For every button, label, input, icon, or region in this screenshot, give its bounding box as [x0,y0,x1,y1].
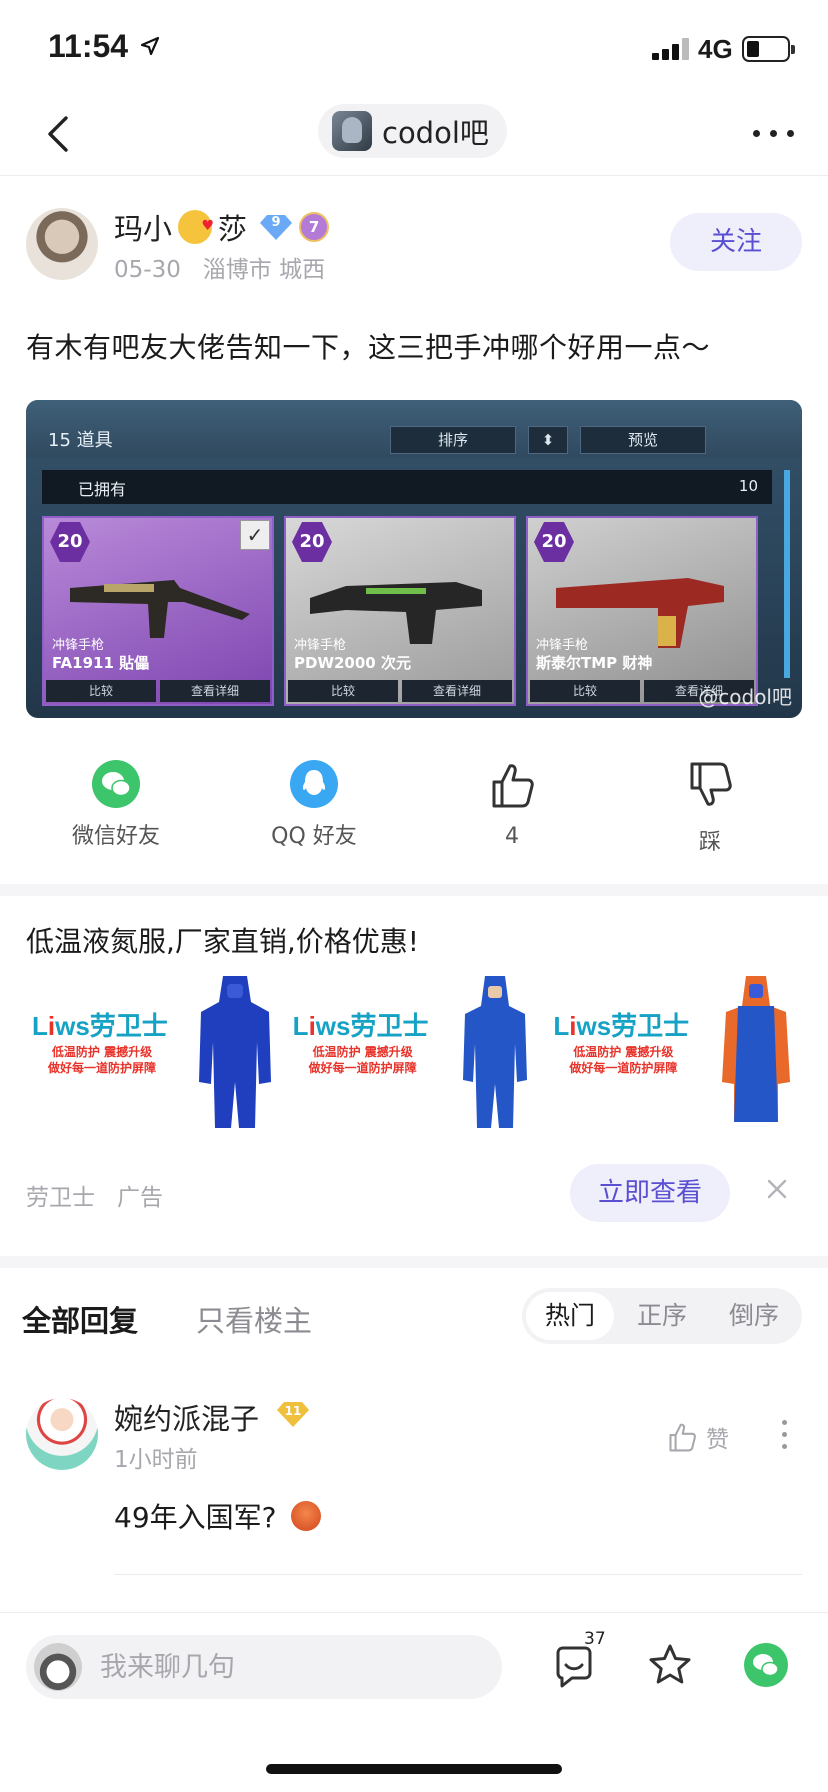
like-count: 4 [505,824,519,849]
author-name-row[interactable]: 玛小 莎 9 7 [114,206,330,248]
author-name-suffix: 莎 [218,212,248,246]
ad-image: Liws劳卫士 低温防护 震撼升级 做好每一道防护屏障 [26,970,281,1136]
post-meta: 05-30 淄博市 城西 [114,250,325,284]
ad-slogan: 低温防护 震撼升级 做好每一道防护屏障 [47,1045,156,1075]
tab-all-replies[interactable]: 全部回复 [22,1298,138,1340]
status-bar: 11:54 4G [0,0,828,96]
signal-icon [652,38,692,60]
ad-view-button[interactable]: 立即查看 [570,1164,730,1222]
protective-suit-icon [198,976,271,1128]
more-icon[interactable] [753,130,794,137]
back-icon[interactable] [40,110,80,158]
comment-divider [114,1574,802,1575]
post-image[interactable]: 15 道具 排序 ⬍ 预览 已拥有 10 20 ✓ 冲锋手枪 FA1911 貼儡… [26,400,802,718]
face-emoji-icon [290,1501,321,1531]
user-avatar [34,1643,82,1691]
author-name: 玛小 [114,212,173,246]
comment-like-button[interactable]: 赞 [666,1420,729,1454]
thumbs-down-icon [690,762,732,806]
share-qq-label: QQ 好友 [271,824,357,849]
comment-text: 49年入国军? [114,1496,321,1536]
ad-image: Liws劳卫士 低温防护 震撼升级 做好每一道防护屏障 [547,970,803,1136]
share-wechat-button[interactable]: 微信好友 [26,756,206,850]
svg-text:11: 11 [285,1404,302,1418]
share-row: 微信好友 QQ 好友 4 踩 [0,756,828,856]
image-preview-button: 预览 [580,426,706,454]
sort-descending[interactable]: 倒序 [710,1292,798,1340]
home-indicator [266,1764,562,1774]
sort-hot[interactable]: 热门 [526,1292,614,1340]
comment-input[interactable] [100,1635,490,1699]
forum-name: codol吧 [382,116,489,150]
star-icon[interactable] [646,1641,694,1689]
kiss-emoji-icon [178,210,214,244]
weapon-card: 20 ✓ 冲锋手枪 FA1911 貼儡 比较 查看详细 [42,516,274,706]
ad-title[interactable]: 低温液氮服,厂家直销,价格优惠! [26,920,419,960]
ad-slogan: 低温防护 震撼升级 做好每一道防护屏障 [308,1045,417,1075]
comment-like-label: 赞 [706,1427,729,1453]
forum-avatar [332,111,372,151]
thumbs-up-icon [669,1423,696,1452]
ad-brand-logo: Liws劳卫士 [292,1011,429,1041]
comment-time: 1小时前 [114,1447,198,1473]
image-watermark: @codol吧 [698,685,792,709]
comment-avatar[interactable] [26,1398,98,1470]
ad-source: 劳卫士 广告 [26,1185,163,1211]
ad-brand-logo: Liws劳卫士 [32,1011,168,1041]
like-button[interactable]: 4 [422,756,602,849]
post-date: 05-30 [114,257,181,283]
ad-slogan: 低温防护 震撼升级 做好每一道防护屏障 [569,1045,678,1075]
image-owned-bar: 已拥有 10 [42,470,772,504]
tab-op-only[interactable]: 只看楼主 [196,1298,312,1340]
section-divider [0,1256,828,1268]
location-arrow-icon [140,36,160,56]
ad-image: Liws劳卫士 低温防护 震撼升级 做好每一道防护屏障 [286,970,542,1136]
close-icon[interactable] [762,1174,792,1204]
comment-more-icon[interactable] [782,1420,787,1449]
forum-link[interactable]: codol吧 [318,104,507,158]
network-type: 4G [698,34,733,64]
comment-username[interactable]: 婉约派混子 [114,1396,259,1438]
qq-icon [290,760,338,808]
wechat-share-icon[interactable] [744,1643,788,1687]
battery-icon [742,36,795,62]
protective-suit-icon [722,976,791,1122]
ad-brand-logo: Liws劳卫士 [553,1011,690,1041]
honor-badge-icon: 7 [299,212,330,242]
reply-icon[interactable] [550,1643,598,1691]
sort-ascending[interactable]: 正序 [618,1292,706,1340]
share-qq-button[interactable]: QQ 好友 [224,756,404,850]
weapon-card: 20 冲锋手枪 斯泰尔TMP 财神 比较 查看详细 [526,516,758,706]
checkmark-icon: ✓ [240,520,270,550]
author-avatar[interactable] [26,208,98,280]
image-section-title: 15 道具 [48,430,113,451]
dislike-button[interactable]: 踩 [620,756,800,856]
protective-suit-icon [463,976,528,1128]
level-badge-icon: 11 [277,1402,309,1427]
section-divider [0,884,828,896]
level-badge-icon: 9 [259,213,293,241]
nav-bar: codol吧 [0,96,828,176]
reply-count: 37 [584,1629,606,1649]
weapon-card: 20 冲锋手枪 PDW2000 次元 比较 查看详细 [284,516,516,706]
ad-images[interactable]: Liws劳卫士 低温防护 震撼升级 做好每一道防护屏障 Liws劳卫士 低温防护 … [26,970,803,1136]
follow-button[interactable]: 关注 [670,213,802,271]
dislike-label: 踩 [698,830,721,855]
image-scrollbar [784,470,790,678]
post-text: 有木有吧友大佬告知一下，这三把手冲哪个好用一点～ [26,331,711,364]
sort-segmented-control: 热门 正序 倒序 [522,1288,802,1344]
comment-input-wrapper [26,1635,502,1699]
image-sort-toggle-icon: ⬍ [528,426,568,454]
thumbs-up-icon [492,764,534,808]
status-time: 11:54 [48,28,129,64]
wechat-icon [92,760,140,808]
share-wechat-label: 微信好友 [71,824,160,849]
image-sort-button: 排序 [390,426,516,454]
post-location: 淄博市 城西 [202,257,326,283]
